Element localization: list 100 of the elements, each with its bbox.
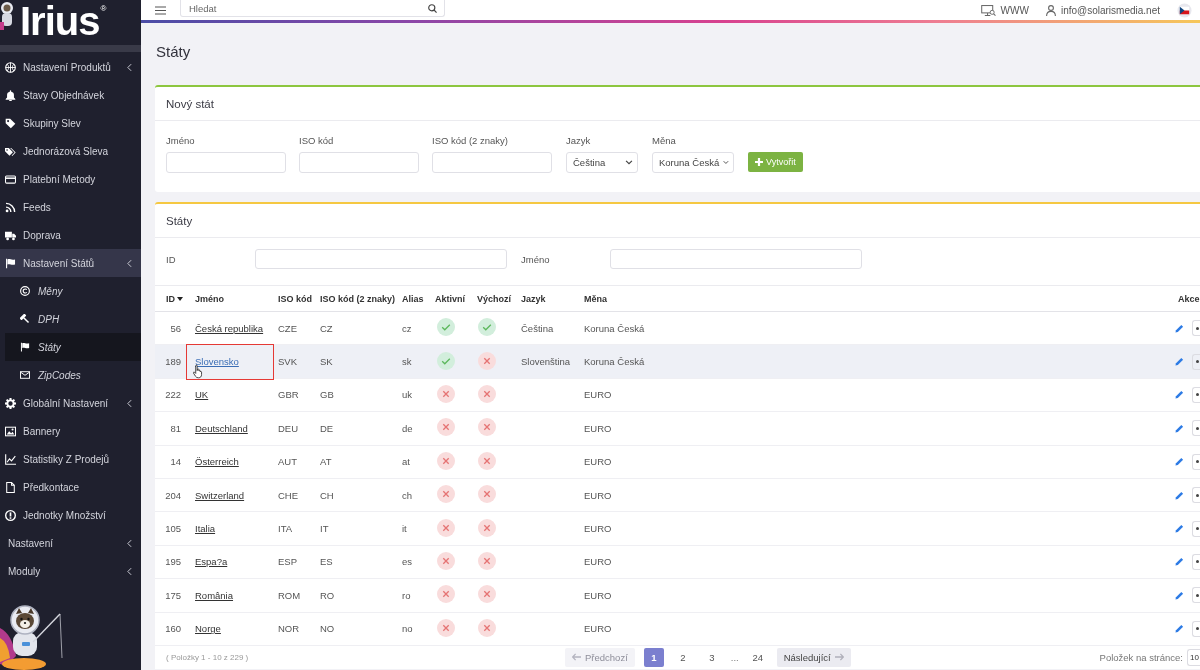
country-link[interactable]: UK <box>195 389 209 401</box>
chevron-icon <box>127 398 132 408</box>
table-cell: ROM <box>278 589 301 601</box>
sidebar-item[interactable]: Jednorázová Sleva <box>0 137 141 165</box>
action-button[interactable] <box>1192 320 1200 337</box>
hand-cursor-icon <box>193 364 203 380</box>
action-button[interactable] <box>1192 453 1200 470</box>
website-link[interactable]: WWW <box>980 4 1029 16</box>
edit-icon[interactable] <box>1175 390 1184 400</box>
country-link[interactable]: Deutschland <box>195 422 248 434</box>
sidebar-item[interactable]: Platební Metody <box>0 165 141 193</box>
action-button[interactable] <box>1192 353 1200 370</box>
sidebar-item[interactable]: Statistiky Z Prodejů <box>0 445 141 473</box>
filter-label: Jméno <box>521 253 551 265</box>
page-size-select[interactable]: 10 <box>1187 648 1200 666</box>
select-field[interactable]: Čeština <box>566 152 638 173</box>
text-field[interactable] <box>299 152 419 173</box>
edit-icon[interactable] <box>1175 557 1184 567</box>
sidebar-item[interactable]: Moduly <box>0 557 141 585</box>
sidebar-item[interactable]: Feeds <box>0 193 141 221</box>
country-link[interactable]: Slovensko <box>195 356 239 368</box>
sidebar-item[interactable]: Doprava <box>0 221 141 249</box>
table-cell: 14 <box>170 456 181 468</box>
next-button[interactable]: Následující <box>776 647 851 667</box>
edit-icon[interactable] <box>1175 357 1184 367</box>
action-button[interactable] <box>1192 420 1200 437</box>
chevron-icon <box>127 62 132 72</box>
action-button[interactable] <box>1192 520 1200 537</box>
sidebar-item[interactable]: Nastavení <box>0 529 141 557</box>
search-field[interactable]: Hledat <box>180 0 445 17</box>
dot-icon <box>1196 560 1199 564</box>
table-cell: Čeština <box>521 322 554 334</box>
table-cell: Koruna Česká <box>584 356 645 368</box>
flag-icon[interactable] <box>1177 2 1192 18</box>
sidebar-item[interactable]: Státy <box>5 333 141 361</box>
image-icon <box>5 425 16 437</box>
field-label: Jméno <box>166 135 196 147</box>
table-cell: 175 <box>165 589 181 601</box>
table-cell: EURO <box>584 456 612 468</box>
edit-icon[interactable] <box>1175 624 1184 634</box>
search-icon[interactable] <box>428 4 437 13</box>
action-button[interactable] <box>1192 553 1200 570</box>
table-cell: 160 <box>165 623 181 635</box>
edit-icon[interactable] <box>1175 490 1184 500</box>
sidebar-item[interactable]: DPH <box>0 305 141 333</box>
country-link[interactable]: Espa?a <box>195 556 228 568</box>
sidebar-item[interactable]: Stavy Objednávek <box>0 81 141 109</box>
chevron-icon <box>127 538 132 548</box>
sidebar-item[interactable]: Globální Nastavení <box>0 389 141 417</box>
edit-icon[interactable] <box>1175 524 1184 534</box>
sidebar-item[interactable]: Nastavení Států <box>0 249 141 277</box>
text-field[interactable] <box>432 152 552 173</box>
account-link[interactable]: info@solarismedia.net <box>1045 4 1160 16</box>
filter-field[interactable] <box>610 249 862 269</box>
table-cell: it <box>402 523 407 535</box>
monitor-icon <box>980 4 996 16</box>
table-cell: at <box>402 456 410 468</box>
tags-icon <box>5 145 16 157</box>
edit-icon[interactable] <box>1175 423 1184 433</box>
sidebar-item[interactable]: Předkontace <box>0 473 141 501</box>
column-header: Výchozí <box>477 293 511 304</box>
edit-icon[interactable] <box>1175 457 1184 467</box>
sidebar-item[interactable]: Nastavení Produktů <box>0 53 141 81</box>
arrow-right-icon <box>834 653 844 662</box>
table-cell: CHE <box>278 489 299 501</box>
edit-icon[interactable] <box>1175 590 1184 600</box>
dot-icon <box>1196 493 1199 497</box>
select-field[interactable]: Koruna Česká <box>652 152 734 173</box>
field-label: Měna <box>652 135 677 147</box>
table-cell: EURO <box>584 523 612 535</box>
column-header: ID <box>166 293 175 304</box>
table-cell: GBR <box>278 389 299 401</box>
menu-button[interactable] <box>155 5 166 15</box>
sidebar-item[interactable]: Měny <box>0 277 141 305</box>
action-button[interactable] <box>1192 587 1200 604</box>
sidebar-item[interactable]: Skupiny Slev <box>0 109 141 137</box>
chevron-icon <box>127 258 132 268</box>
page-button[interactable]: 1 <box>643 647 664 667</box>
edit-icon[interactable] <box>1175 323 1184 333</box>
sidebar-item[interactable]: ZipCodes <box>0 361 141 389</box>
country-link[interactable]: Switzerland <box>195 489 245 501</box>
gear-icon <box>5 397 16 409</box>
country-link[interactable]: Norge <box>195 623 221 635</box>
country-link[interactable]: Italia <box>195 523 216 535</box>
caret-icon <box>723 160 729 165</box>
ball-icon <box>5 61 16 73</box>
flag-icon <box>20 342 30 352</box>
sidebar-item[interactable]: Jednotky Množství <box>0 501 141 529</box>
sidebar-item[interactable]: Bannery <box>0 417 141 445</box>
country-link[interactable]: Česká republika <box>195 322 264 334</box>
rss-icon <box>5 201 16 213</box>
filter-field[interactable] <box>255 249 507 269</box>
menu-icon <box>155 5 166 15</box>
country-link[interactable]: Österreich <box>195 456 239 468</box>
action-button[interactable] <box>1192 386 1200 403</box>
country-link[interactable]: România <box>195 589 234 601</box>
action-button[interactable] <box>1192 487 1200 504</box>
table-cell: ch <box>402 489 413 501</box>
action-button[interactable] <box>1192 620 1200 637</box>
text-field[interactable] <box>166 152 286 173</box>
